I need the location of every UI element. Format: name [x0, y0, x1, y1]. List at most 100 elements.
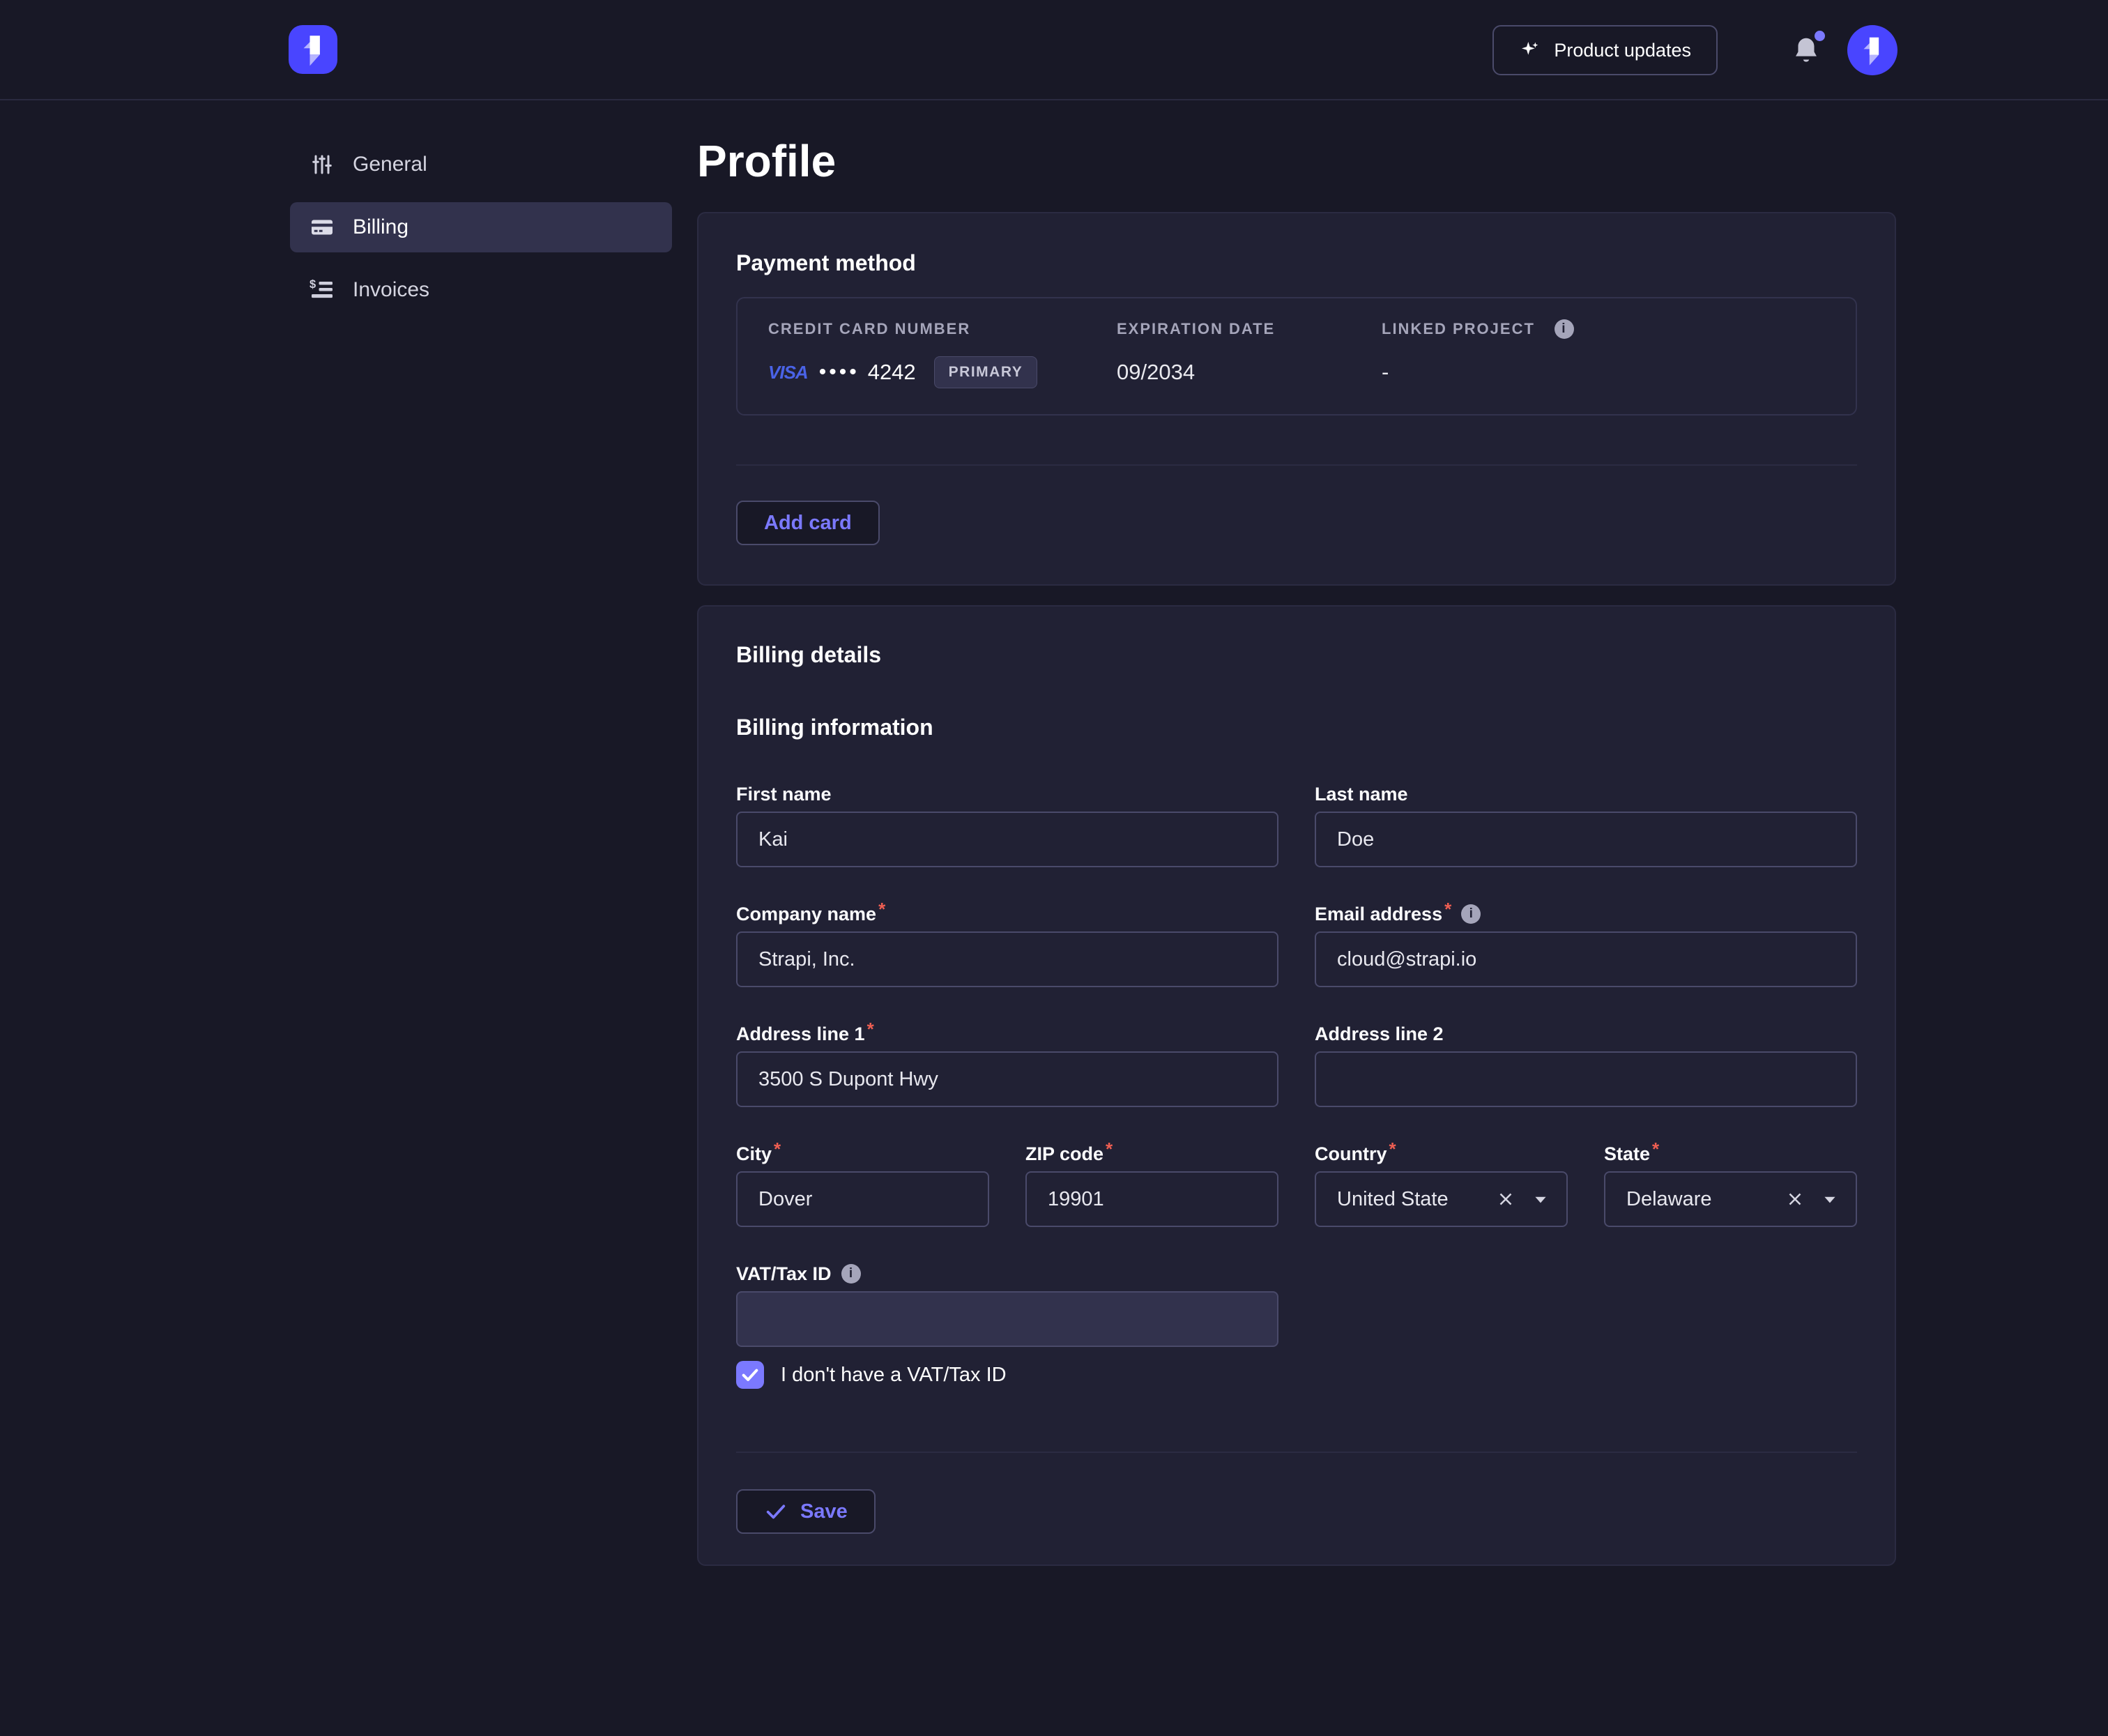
sidebar-item-label: Invoices: [353, 278, 429, 302]
address-line1-label: Address line 1 *: [736, 1022, 1278, 1046]
sparkle-icon: [1519, 39, 1541, 61]
save-label: Save: [800, 1500, 848, 1523]
state-clear-icon[interactable]: [1785, 1189, 1805, 1210]
first-name-field: First name: [736, 782, 1278, 867]
required-marker: *: [1444, 902, 1451, 916]
product-updates-label: Product updates: [1554, 40, 1691, 61]
address-line2-field: Address line 2: [1315, 1022, 1857, 1107]
email-field: Email address * i: [1315, 902, 1857, 987]
email-label: Email address * i: [1315, 902, 1857, 926]
payment-method-table: CREDIT CARD NUMBER EXPIRATION DATE LINKE…: [736, 297, 1857, 416]
sliders-icon: [310, 152, 335, 177]
city-field: City *: [736, 1142, 989, 1227]
page-title: Profile: [697, 135, 1896, 187]
required-marker: *: [867, 1022, 874, 1036]
sidebar-item-billing[interactable]: Billing: [290, 202, 672, 252]
primary-badge: PRIMARY: [934, 356, 1038, 388]
save-check-icon: [764, 1500, 788, 1523]
sidebar-item-label: General: [353, 153, 427, 176]
payment-method-title: Payment method: [736, 250, 1857, 276]
payment-divider: [736, 464, 1857, 466]
notification-dot: [1815, 31, 1825, 41]
add-card-label: Add card: [764, 512, 852, 535]
main-content: Profile Payment method CREDIT CARD NUMBE…: [697, 100, 1896, 1566]
settings-sidebar: General Billing $ Invoices: [290, 139, 672, 328]
expiration-date-header: EXPIRATION DATE: [1117, 319, 1382, 339]
state-field: State * Delaware: [1604, 1142, 1857, 1227]
zip-code-input[interactable]: [1025, 1171, 1278, 1227]
company-name-input[interactable]: [736, 931, 1278, 987]
required-marker: *: [774, 1142, 781, 1156]
required-marker: *: [1652, 1142, 1659, 1156]
linked-project-header: LINKED PROJECT i: [1382, 319, 1825, 339]
sidebar-item-invoices[interactable]: $ Invoices: [290, 265, 672, 315]
company-name-field: Company name *: [736, 902, 1278, 987]
email-input[interactable]: [1315, 931, 1857, 987]
vat-info-icon[interactable]: i: [841, 1264, 861, 1284]
linked-project-value: -: [1382, 356, 1825, 389]
state-label: State *: [1604, 1142, 1857, 1166]
linked-project-info-icon[interactable]: i: [1555, 319, 1574, 339]
avatar-strapi-icon: [1858, 33, 1886, 68]
country-select[interactable]: United State: [1315, 1171, 1568, 1227]
last-name-input[interactable]: [1315, 812, 1857, 867]
vat-checkbox-label: I don't have a VAT/Tax ID: [781, 1364, 1007, 1387]
sidebar-item-label: Billing: [353, 215, 408, 239]
add-card-button[interactable]: Add card: [736, 501, 880, 545]
billing-details-title: Billing details: [736, 641, 1857, 668]
invoice-icon: $: [310, 277, 335, 303]
vat-field: VAT/Tax ID i I don't have a VAT/Tax ID: [736, 1262, 1278, 1389]
country-label: Country *: [1315, 1142, 1568, 1166]
billing-details-card: Billing details Billing information Firs…: [697, 605, 1896, 1566]
credit-card-row: VISA •••• 4242 PRIMARY: [768, 356, 1117, 389]
expiration-value: 09/2034: [1117, 356, 1382, 389]
required-marker: *: [878, 902, 885, 916]
city-label: City *: [736, 1142, 989, 1166]
card-last4: 4242: [868, 360, 916, 385]
strapi-logo-icon: [298, 31, 328, 68]
last-name-field: Last name: [1315, 782, 1857, 867]
country-chevron-down-icon[interactable]: [1532, 1190, 1550, 1208]
address-line2-input[interactable]: [1315, 1051, 1857, 1107]
state-select[interactable]: Delaware: [1604, 1171, 1857, 1227]
city-input[interactable]: [736, 1171, 989, 1227]
address-line1-input[interactable]: [736, 1051, 1278, 1107]
payment-method-card: Payment method CREDIT CARD NUMBER EXPIRA…: [697, 212, 1896, 586]
billing-information-title: Billing information: [736, 714, 1857, 740]
credit-card-number-header: CREDIT CARD NUMBER: [768, 319, 1117, 339]
save-button[interactable]: Save: [736, 1489, 876, 1534]
first-name-label: First name: [736, 782, 1278, 806]
app-header: Product updates: [0, 0, 2108, 100]
address-line2-label: Address line 2: [1315, 1022, 1857, 1046]
required-marker: *: [1106, 1142, 1113, 1156]
email-info-icon[interactable]: i: [1461, 904, 1481, 924]
product-updates-button[interactable]: Product updates: [1492, 25, 1718, 75]
vat-checkbox[interactable]: [736, 1361, 764, 1389]
country-value: United State: [1337, 1188, 1495, 1211]
zip-code-label: ZIP code *: [1025, 1142, 1278, 1166]
country-field: Country * United State: [1315, 1142, 1568, 1227]
visa-logo: VISA: [768, 362, 808, 383]
sidebar-item-general[interactable]: General: [290, 139, 672, 190]
address-line1-field: Address line 1 *: [736, 1022, 1278, 1107]
zip-code-field: ZIP code *: [1025, 1142, 1278, 1227]
vat-input: [736, 1291, 1278, 1347]
state-chevron-down-icon[interactable]: [1821, 1190, 1839, 1208]
svg-text:$: $: [310, 278, 316, 291]
checkbox-check-icon: [740, 1365, 760, 1385]
billing-form: First name Last name Company name *: [736, 782, 1857, 1389]
state-value: Delaware: [1626, 1188, 1785, 1211]
vat-label: VAT/Tax ID i: [736, 1262, 1278, 1286]
last-name-label: Last name: [1315, 782, 1857, 806]
required-marker: *: [1389, 1142, 1396, 1156]
billing-divider: [736, 1452, 1857, 1453]
vat-checkbox-row: I don't have a VAT/Tax ID: [736, 1361, 1278, 1389]
first-name-input[interactable]: [736, 812, 1278, 867]
country-clear-icon[interactable]: [1495, 1189, 1516, 1210]
company-name-label: Company name *: [736, 902, 1278, 926]
strapi-logo[interactable]: [289, 25, 337, 74]
credit-card-icon: [310, 215, 335, 240]
notifications-button[interactable]: [1790, 32, 1824, 68]
card-number-mask: ••••: [819, 362, 860, 383]
user-avatar[interactable]: [1847, 25, 1897, 75]
